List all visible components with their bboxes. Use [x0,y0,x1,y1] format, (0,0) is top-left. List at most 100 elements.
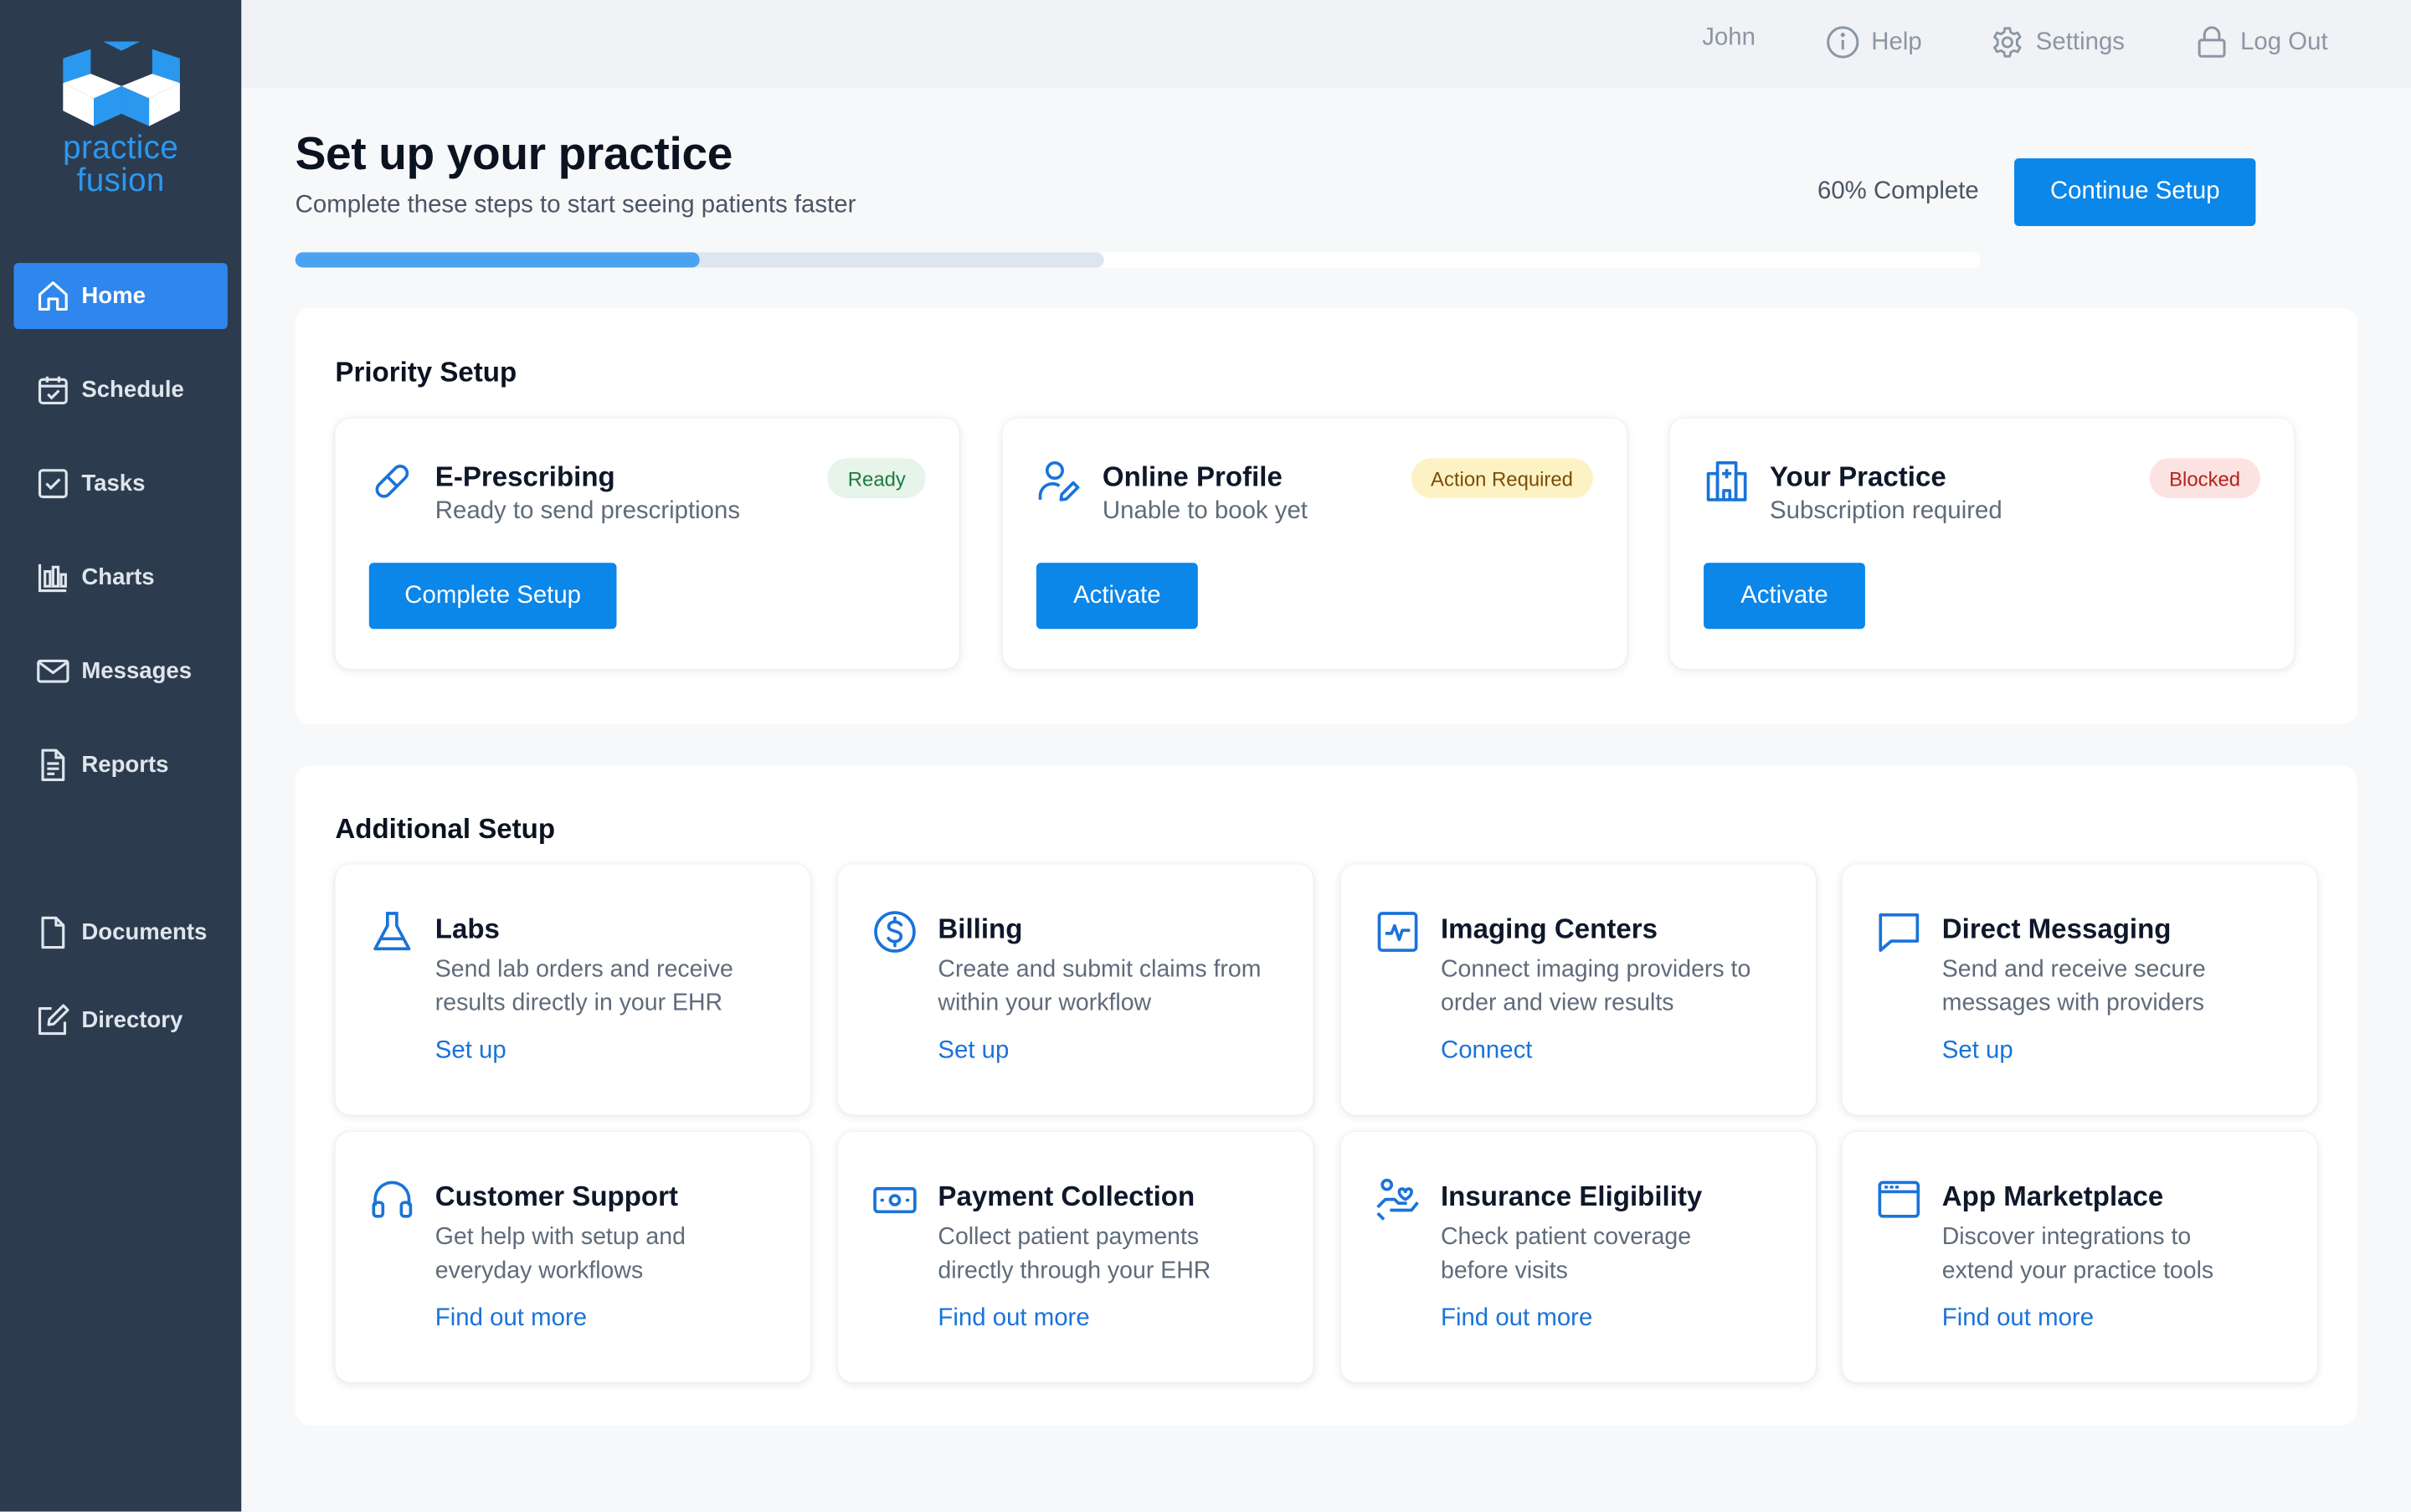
sidebar-item-label: Home [81,282,146,310]
status-badge: Blocked [2149,458,2260,499]
sidebar-item-tasks[interactable]: Tasks [14,450,228,517]
priority-card-online-profile: Online Profile Unable to book yet Action… [1002,418,1627,669]
browser-icon [1878,1180,1920,1218]
gear-icon [1993,27,2022,58]
additional-setup-panel: Additional Setup Labs Send lab orders an… [295,765,2357,1426]
flask-icon [373,912,411,951]
sidebar-item-messages[interactable]: Messages [14,638,228,704]
envelope-icon [37,659,69,683]
sidebar-item-label: Reports [81,752,169,779]
logout-link[interactable]: Log Out [2194,24,2328,59]
brand-logo[interactable]: practice fusion [0,37,241,206]
card-title: Online Profile [1102,461,1283,492]
card-title: App Marketplace [1941,1180,2164,1212]
logout-label: Log Out [2240,28,2328,55]
insurance-find-out-more-link[interactable]: Find out more [1441,1305,1592,1333]
dollar-icon [874,911,916,953]
page-title: Set up your practice [295,129,733,180]
continue-setup-button[interactable]: Continue Setup [2014,158,2256,226]
user-menu[interactable]: John [1702,24,1756,52]
imaging-connect-link[interactable]: Connect [1441,1038,1532,1066]
setup-progress-bar [295,252,1981,268]
edit-icon [38,1004,69,1036]
sidebar-item-reports[interactable]: Reports [14,732,228,798]
card-subtitle: Ready to send prescriptions [434,498,741,525]
priority-setup-panel: Priority Setup E-Prescribing Ready to se… [295,307,2357,725]
settings-label: Settings [2035,28,2125,55]
messaging-setup-link[interactable]: Set up [1942,1038,2013,1066]
main-content: Set up your practice Complete these step… [241,87,2411,1512]
settings-link[interactable]: Settings [1990,24,2125,59]
sidebar-item-home[interactable]: Home [13,263,228,330]
billing-setup-link[interactable]: Set up [938,1038,1009,1066]
priority-card-your-practice: Your Practice Subscription required Bloc… [1669,418,2295,669]
card-description-line-1: Create and submit claims from [938,956,1262,983]
additional-card-app-marketplace: App Marketplace Discover integrations to… [1842,1131,2317,1383]
card-description-line-1: Discover integrations to [1941,1224,2192,1251]
card-description: Create and submit claims from within you… [938,954,1307,1021]
pulse-icon [1377,912,1418,952]
complete-setup-button[interactable]: Complete Setup [368,563,617,630]
card-description-line-1: Collect patient payments [938,1224,1200,1251]
pill-icon [375,465,409,498]
home-icon [38,281,68,311]
sidebar-item-schedule[interactable]: Schedule [14,357,228,423]
support-find-out-more-link[interactable]: Find out more [435,1305,587,1333]
additional-card-billing: Billing Create and submit claims from wi… [838,864,1313,1115]
activate-profile-button[interactable]: Activate [1036,563,1198,630]
progress-percent-text: 60% Complete [1817,178,1979,205]
help-label: Help [1871,28,1922,55]
document-icon [41,916,65,949]
additional-card-direct-messaging: Direct Messaging Send and receive secure… [1842,864,2317,1115]
labs-setup-link[interactable]: Set up [435,1038,506,1066]
card-description-line-2: directly through your EHR [938,1257,1211,1284]
priority-setup-title: Priority Setup [335,357,517,388]
payment-find-out-more-link[interactable]: Find out more [938,1305,1089,1333]
sidebar-item-label: Directory [81,1007,183,1034]
priority-card-eprescribing: E-Prescribing Ready to send prescription… [335,418,960,669]
sidebar-item-documents[interactable]: Documents [14,899,228,965]
sidebar-item-label: Schedule [81,376,184,404]
card-description: Check patient coverage before visits [1441,1221,1810,1288]
card-title: Imaging Centers [1440,913,1658,944]
card-description-line-1: Get help with setup and [434,1224,686,1251]
card-description: Discover integrations to extend your pra… [1942,1221,2311,1288]
additional-card-customer-support: Customer Support Get help with setup and… [335,1131,810,1383]
help-link[interactable]: Help [1825,24,1922,59]
additional-card-imaging-centers: Imaging Centers Connect imaging provider… [1340,864,1817,1115]
card-description-line-2: everyday workflows [434,1257,644,1284]
card-title: Insurance Eligibility [1440,1180,1703,1212]
card-description-line-1: Send and receive secure [1941,956,2206,983]
bar-chart-icon [38,563,67,593]
marketplace-find-out-more-link[interactable]: Find out more [1942,1305,2094,1333]
user-name: John [1702,24,1756,51]
card-description-line-2: results directly in your EHR [434,990,723,1017]
hospital-icon [1706,461,1747,501]
top-bar: John Help Settings Log Out [241,0,2411,88]
card-description-line-2: within your workflow [938,990,1152,1017]
additional-card-labs: Labs Send lab orders and receive results… [335,864,810,1115]
additional-card-payment-collection: Payment Collection Collect patient payme… [838,1131,1313,1383]
info-icon [1827,26,1859,59]
sidebar-item-charts[interactable]: Charts [14,544,228,610]
sidebar-item-directory[interactable]: Directory [14,987,228,1053]
logo-icon [62,41,179,126]
activate-practice-button[interactable]: Activate [1704,563,1865,630]
sidebar-item-label: Messages [81,658,193,685]
card-title: Labs [434,913,500,944]
card-description: Get help with setup and everyday workflo… [435,1221,805,1288]
status-badge: Action Required [1411,458,1593,499]
card-description-line-1: Send lab orders and receive [434,956,733,983]
additional-setup-title: Additional Setup [335,813,556,845]
progress-fill [295,252,700,268]
headset-icon [372,1180,413,1218]
card-description: Send lab orders and receive results dire… [435,954,805,1021]
report-icon [41,748,65,781]
card-description-line-2: before visits [1440,1257,1568,1284]
card-description-line-2: messages with providers [1941,990,2205,1017]
card-title: Direct Messaging [1941,913,2172,944]
status-badge: Ready [827,458,926,499]
brand-line-2: fusion [76,162,165,198]
sidebar-item-label: Charts [81,564,155,591]
sidebar: practice fusion Home Schedule Tasks Char… [0,0,242,1512]
